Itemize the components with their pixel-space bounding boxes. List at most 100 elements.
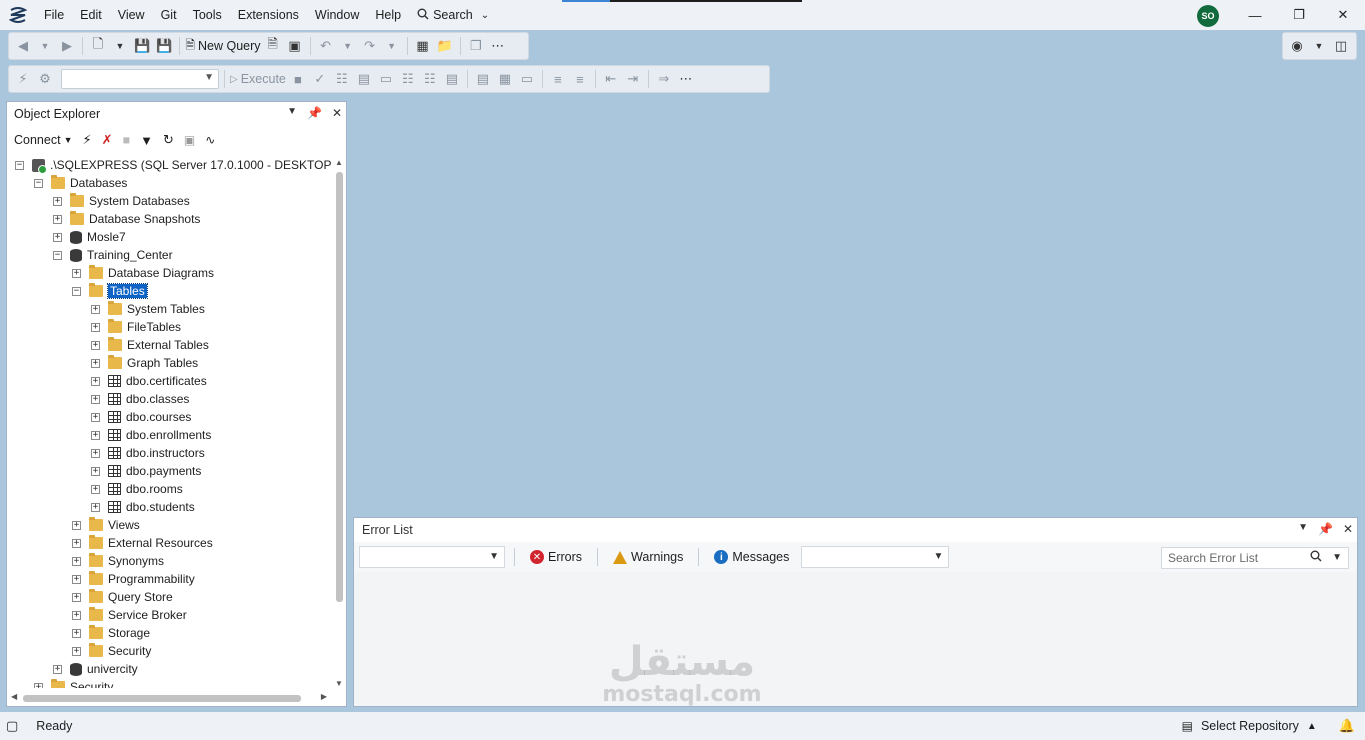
expand-icon[interactable]: + <box>91 394 100 404</box>
expand-icon[interactable]: + <box>72 610 81 620</box>
refresh-icon[interactable]: ↻ <box>163 132 174 148</box>
share-icon[interactable]: ◫ <box>1331 35 1351 57</box>
tree-item[interactable]: + Programmability <box>72 570 195 588</box>
undo-icon[interactable]: ↶ <box>316 35 336 57</box>
connect-icon[interactable]: ⚡ <box>13 68 33 90</box>
chevron-down-icon[interactable]: ▼ <box>338 35 358 57</box>
activity-monitor-icon[interactable]: ▦ <box>413 35 433 57</box>
tree-item[interactable]: + FileTables <box>91 318 181 336</box>
tree-item[interactable]: + Graph Tables <box>91 354 198 372</box>
tree-item[interactable]: − Training_Center <box>53 246 173 264</box>
expand-icon[interactable]: + <box>91 484 100 494</box>
expand-icon[interactable]: + <box>72 592 81 602</box>
windows-icon[interactable]: ❐ <box>466 35 486 57</box>
build-filter-dropdown[interactable]: ▼ <box>801 546 950 568</box>
expand-icon[interactable]: + <box>72 556 81 566</box>
activity-icon[interactable]: ▣ <box>184 133 195 147</box>
tree-item[interactable]: + Mosle7 <box>53 228 126 246</box>
filter-icon[interactable]: ▼ <box>140 133 153 148</box>
expand-icon[interactable]: + <box>72 574 81 584</box>
change-connection-icon[interactable]: ⚙ <box>35 68 55 90</box>
tree-item[interactable]: + dbo.enrollments <box>91 426 211 444</box>
specify-values-icon[interactable]: ⇒ <box>654 68 674 90</box>
expand-icon[interactable]: + <box>91 376 100 386</box>
tree-item[interactable]: + dbo.students <box>91 498 195 516</box>
outdent-icon[interactable]: ⇤ <box>601 68 621 90</box>
horizontal-scrollbar[interactable]: ◀ ▶ <box>9 692 329 704</box>
expand-icon[interactable]: + <box>53 196 62 206</box>
expand-icon[interactable]: + <box>72 628 81 638</box>
scrollbar-thumb[interactable] <box>23 695 301 702</box>
menu-item-view[interactable]: View <box>110 0 153 30</box>
expand-icon[interactable]: + <box>53 214 62 224</box>
tree-item[interactable]: + univercity <box>53 660 138 678</box>
tree-item[interactable]: + Security <box>34 678 113 688</box>
expand-icon[interactable]: + <box>91 304 100 314</box>
stop-icon[interactable]: ■ <box>288 68 308 90</box>
expand-icon[interactable]: + <box>91 340 100 350</box>
search-menu[interactable]: Search ⌄ <box>409 0 497 30</box>
include-plan-icon[interactable]: ▭ <box>376 68 396 90</box>
results-file-icon[interactable]: ▦ <box>495 68 515 90</box>
dmx-query-icon[interactable]: ▣ <box>285 35 305 57</box>
tree-item[interactable]: + Storage <box>72 624 150 642</box>
avatar[interactable]: SO <box>1197 5 1219 27</box>
warnings-filter-button[interactable]: Warnings <box>607 546 689 568</box>
parse-icon[interactable]: ✓ <box>310 68 330 90</box>
messages-filter-button[interactable]: i Messages <box>708 546 795 568</box>
forward-icon[interactable]: ▶ <box>57 35 77 57</box>
search-icon[interactable] <box>1310 550 1322 565</box>
mdx-query-icon[interactable]: 🗎 <box>263 35 283 57</box>
scroll-right-icon[interactable]: ▶ <box>321 692 327 701</box>
menu-item-extensions[interactable]: Extensions <box>230 0 307 30</box>
pulse-icon[interactable]: ∿ <box>205 133 215 147</box>
query-designer-icon[interactable]: ▤ <box>354 68 374 90</box>
tree-item[interactable]: + dbo.classes <box>91 390 189 408</box>
expand-icon[interactable]: + <box>72 268 81 278</box>
minimize-button[interactable]: — <box>1233 0 1277 30</box>
tree-item[interactable]: + System Tables <box>91 300 205 318</box>
connect-plug-icon[interactable]: ⚡ <box>82 132 91 148</box>
more-icon[interactable]: ⋯ <box>676 68 696 90</box>
scrollbar-thumb[interactable] <box>336 172 343 602</box>
notification-bell-icon[interactable]: 🔔 <box>1339 718 1355 734</box>
results-grid-icon[interactable]: ▤ <box>473 68 493 90</box>
chevron-down-icon[interactable]: ▼ <box>1298 522 1308 536</box>
tree-item[interactable]: + External Resources <box>72 534 213 552</box>
back-icon[interactable]: ◀ <box>13 35 33 57</box>
ssms-logo-icon[interactable] <box>0 0 36 30</box>
expand-icon[interactable]: + <box>72 538 81 548</box>
expand-icon[interactable]: + <box>91 466 100 476</box>
uncomment-icon[interactable]: ≡ <box>570 68 590 90</box>
search-error-list-input[interactable]: Search Error List ▼ <box>1161 547 1349 569</box>
database-selector[interactable]: ▼ <box>61 69 219 89</box>
tree-item[interactable]: + dbo.courses <box>91 408 191 426</box>
collapse-icon[interactable]: − <box>53 250 62 260</box>
execute-button[interactable]: ▷ Execute <box>230 72 286 86</box>
scope-dropdown[interactable]: ▼ <box>359 546 505 568</box>
tree-item[interactable]: + System Databases <box>53 192 190 210</box>
new-query-button[interactable]: 🗎 New Query <box>185 36 260 57</box>
expand-icon[interactable]: + <box>72 646 81 656</box>
chevron-down-icon[interactable]: ▼ <box>1332 552 1342 563</box>
save-all-icon[interactable]: 💾 <box>154 35 174 57</box>
expand-icon[interactable]: + <box>91 358 100 368</box>
tree-item[interactable]: + External Tables <box>91 336 209 354</box>
results-text-icon[interactable]: ▤ <box>442 68 462 90</box>
tree-item[interactable]: + Synonyms <box>72 552 164 570</box>
scroll-left-icon[interactable]: ◀ <box>11 692 17 701</box>
pin-icon[interactable]: 📌 <box>1318 522 1333 536</box>
expand-icon[interactable]: + <box>53 232 62 242</box>
tree-item[interactable]: + Query Store <box>72 588 173 606</box>
stop-icon[interactable]: ■ <box>123 133 131 147</box>
expand-icon[interactable]: + <box>53 664 62 674</box>
tree-item[interactable]: − Tables <box>72 282 148 300</box>
collapse-icon[interactable]: − <box>72 286 81 296</box>
tree-item[interactable]: + Service Broker <box>72 606 187 624</box>
chevron-down-icon[interactable]: ▼ <box>287 106 297 120</box>
indent-icon[interactable]: ⇥ <box>623 68 643 90</box>
disconnect-icon[interactable]: ✗ <box>102 132 113 148</box>
collapse-icon[interactable]: − <box>15 160 24 170</box>
tree-item[interactable]: + Security <box>72 642 151 660</box>
menu-item-git[interactable]: Git <box>153 0 185 30</box>
